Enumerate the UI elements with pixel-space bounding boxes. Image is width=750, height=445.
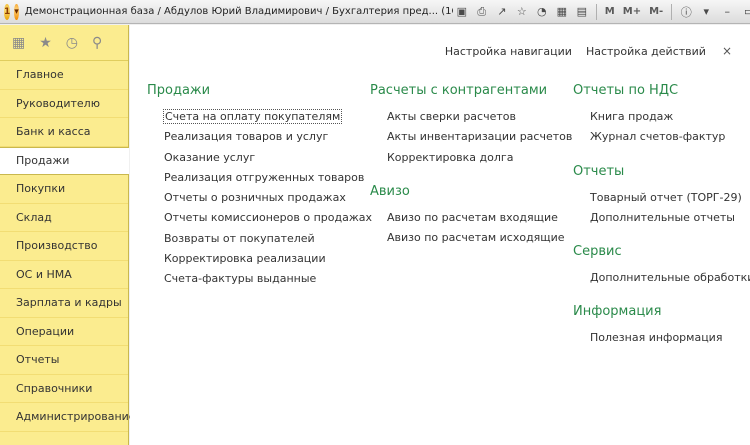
nav-link-label: Журнал счетов-фактур [590, 130, 726, 144]
minimize-button[interactable]: – [717, 3, 737, 21]
sidebar-item[interactable]: Зарплата и кадры [0, 289, 128, 318]
nav-link-label: Отчеты комиссионеров о продажах [164, 211, 373, 225]
nav-link[interactable]: Корректировка долга [370, 148, 572, 168]
sidebar-item[interactable]: Отчеты [0, 346, 128, 375]
nav-link[interactable]: Книга продаж [573, 107, 750, 127]
sidebar-item[interactable]: Администрирование [0, 403, 136, 432]
nav-link-label: Оказание услуг [164, 150, 256, 164]
nav-link[interactable]: Отчеты комиссионеров о продажах [147, 208, 372, 228]
nav-link[interactable]: Акты инвентаризации расчетов [370, 127, 572, 147]
history-icon[interactable]: ◷ [66, 35, 78, 51]
nav-link-label: Полезная информация [590, 331, 723, 345]
navigation-settings-link[interactable]: Настройка навигации [445, 45, 572, 58]
title-bar: 1 ▾ Демонстрационная база / Абдулов Юрий… [0, 0, 750, 24]
nav-link[interactable]: Акты сверки расчетов [370, 107, 572, 127]
nav-link-label: Счета-фактуры выданные [164, 272, 317, 286]
sidebar-toolbar: ▦ ★ ◷ ⚲ [0, 25, 128, 61]
sidebar-item[interactable]: Справочники [0, 375, 128, 403]
panel-topbar: Настройка навигации Настройка действий × [445, 44, 732, 58]
nav-link[interactable]: Отчеты о розничных продажах [147, 188, 372, 208]
sidebar-item[interactable]: Операции [0, 318, 128, 346]
sidebar-item[interactable]: Банк и касса [0, 118, 128, 147]
nav-link-label: Дополнительные обработки [590, 271, 750, 285]
main-panel: Настройка навигации Настройка действий ×… [130, 25, 750, 445]
nav-link-label: Авизо по расчетам исходящие [387, 231, 565, 245]
nav-link[interactable]: Журнал счетов-фактур [573, 127, 750, 147]
nav-link[interactable]: Полезная информация [573, 328, 750, 348]
toolbar-divider [595, 3, 597, 20]
nav-link-label: Авизо по расчетам входящие [387, 210, 558, 224]
nav-link-label: Товарный отчет (ТОРГ-29) [590, 190, 742, 204]
nav-link-label: Корректировка реализации [164, 252, 326, 266]
column-sales: Продажи Счета на оплату покупателям Реализ… [147, 83, 372, 290]
memory-minus-button[interactable]: M- [646, 6, 666, 17]
nav-link[interactable]: Корректировка реализации [147, 249, 372, 269]
nav-link[interactable]: Авизо по расчетам входящие [370, 208, 572, 228]
sidebar-list: Главное Руководителю Банк и касса Продажи По… [0, 61, 136, 432]
nav-link-label: Реализация товаров и услуг [164, 130, 329, 144]
nav-link-label: Книга продаж [590, 110, 674, 123]
action-settings-link[interactable]: Настройка действий [586, 45, 706, 58]
link-icon[interactable]: ↗ [493, 3, 511, 21]
section-title[interactable]: Авизо [370, 184, 572, 199]
nav-link[interactable]: Реализация отгруженных товаров [147, 168, 372, 188]
main-menu-icon[interactable]: ▾ [14, 3, 19, 20]
print-icon[interactable]: ⎙ [473, 3, 491, 21]
nav-link[interactable]: Дополнительные отчеты [573, 208, 750, 228]
nav-link-label: Акты инвентаризации расчетов [387, 130, 573, 144]
history-icon[interactable]: ◔ [533, 3, 551, 21]
nav-link-label: Акты сверки расчетов [387, 110, 516, 123]
sidebar-item[interactable]: Главное [0, 61, 128, 90]
info-icon[interactable]: ⓘ [677, 3, 695, 21]
nav-link[interactable]: Реализация товаров и услуг [147, 127, 372, 147]
memory-button[interactable]: M [602, 6, 618, 17]
nav-link-label: Счета на оплату покупателям [162, 109, 343, 124]
section-title[interactable]: Отчеты [573, 164, 750, 179]
sidebar-item[interactable]: Производство [0, 232, 128, 261]
nav-link-label: Отчеты о розничных продажах [164, 191, 346, 205]
column-settlements: Расчеты с контрагентами Акты сверки расче… [370, 83, 572, 248]
section-title[interactable]: Расчеты с контрагентами [370, 83, 572, 98]
column-reports: Отчеты по НДС Книга продаж Журнал счетов-ф… [573, 83, 750, 349]
sidebar-item[interactable]: Покупки [0, 175, 128, 204]
toolbar-divider [671, 3, 673, 20]
nav-link[interactable]: Авизо по расчетам исходящие [370, 228, 572, 248]
nav-link[interactable]: Дополнительные обработки [573, 268, 750, 288]
chevron-down-icon[interactable]: ▾ [697, 3, 715, 21]
save-icon[interactable]: ▣ [453, 3, 471, 21]
memory-plus-button[interactable]: M+ [620, 6, 644, 17]
favorite-icon[interactable]: ☆ [513, 3, 531, 21]
sidebar-item[interactable]: Продажи [0, 146, 129, 175]
sidebar-item[interactable]: Руководителю [0, 90, 128, 118]
nav-link[interactable]: Счета на оплату покупателям [147, 107, 372, 127]
nav-link-label: Возвраты от покупателей [164, 231, 315, 245]
grid-menu-icon[interactable]: ▦ [12, 35, 25, 51]
nav-link[interactable]: Оказание услуг [147, 148, 372, 168]
nav-link[interactable]: Товарный отчет (ТОРГ-29) [573, 188, 750, 208]
search-icon[interactable]: ⚲ [92, 35, 102, 51]
favorites-icon[interactable]: ★ [39, 35, 52, 51]
maximize-button[interactable]: ▭ [739, 3, 750, 21]
close-icon[interactable]: × [722, 44, 732, 58]
calculator-icon[interactable]: ▤ [573, 3, 591, 21]
section-title[interactable]: Информация [573, 304, 750, 319]
nav-link-label: Реализация отгруженных товаров [164, 170, 365, 184]
sections-panel: ▦ ★ ◷ ⚲ Главное Руководителю Банк и касса П… [0, 25, 136, 445]
app-logo-icon[interactable]: 1 [4, 3, 11, 20]
section-title[interactable]: Сервис [573, 244, 750, 259]
section-title[interactable]: Продажи [147, 83, 372, 98]
nav-link[interactable]: Счета-фактуры выданные [147, 269, 372, 289]
nav-link-label: Дополнительные отчеты [590, 210, 735, 224]
nav-link[interactable]: Возвраты от покупателей [147, 229, 372, 249]
calendar-icon[interactable]: ▦ [553, 3, 571, 21]
section-title[interactable]: Отчеты по НДС [573, 83, 750, 98]
sidebar-item[interactable]: ОС и НМА [0, 261, 128, 289]
nav-link-label: Корректировка долга [387, 150, 514, 164]
sidebar-item[interactable]: Склад [0, 204, 128, 232]
window-title: Демонстрационная база / Абдулов Юрий Вла… [24, 6, 453, 17]
